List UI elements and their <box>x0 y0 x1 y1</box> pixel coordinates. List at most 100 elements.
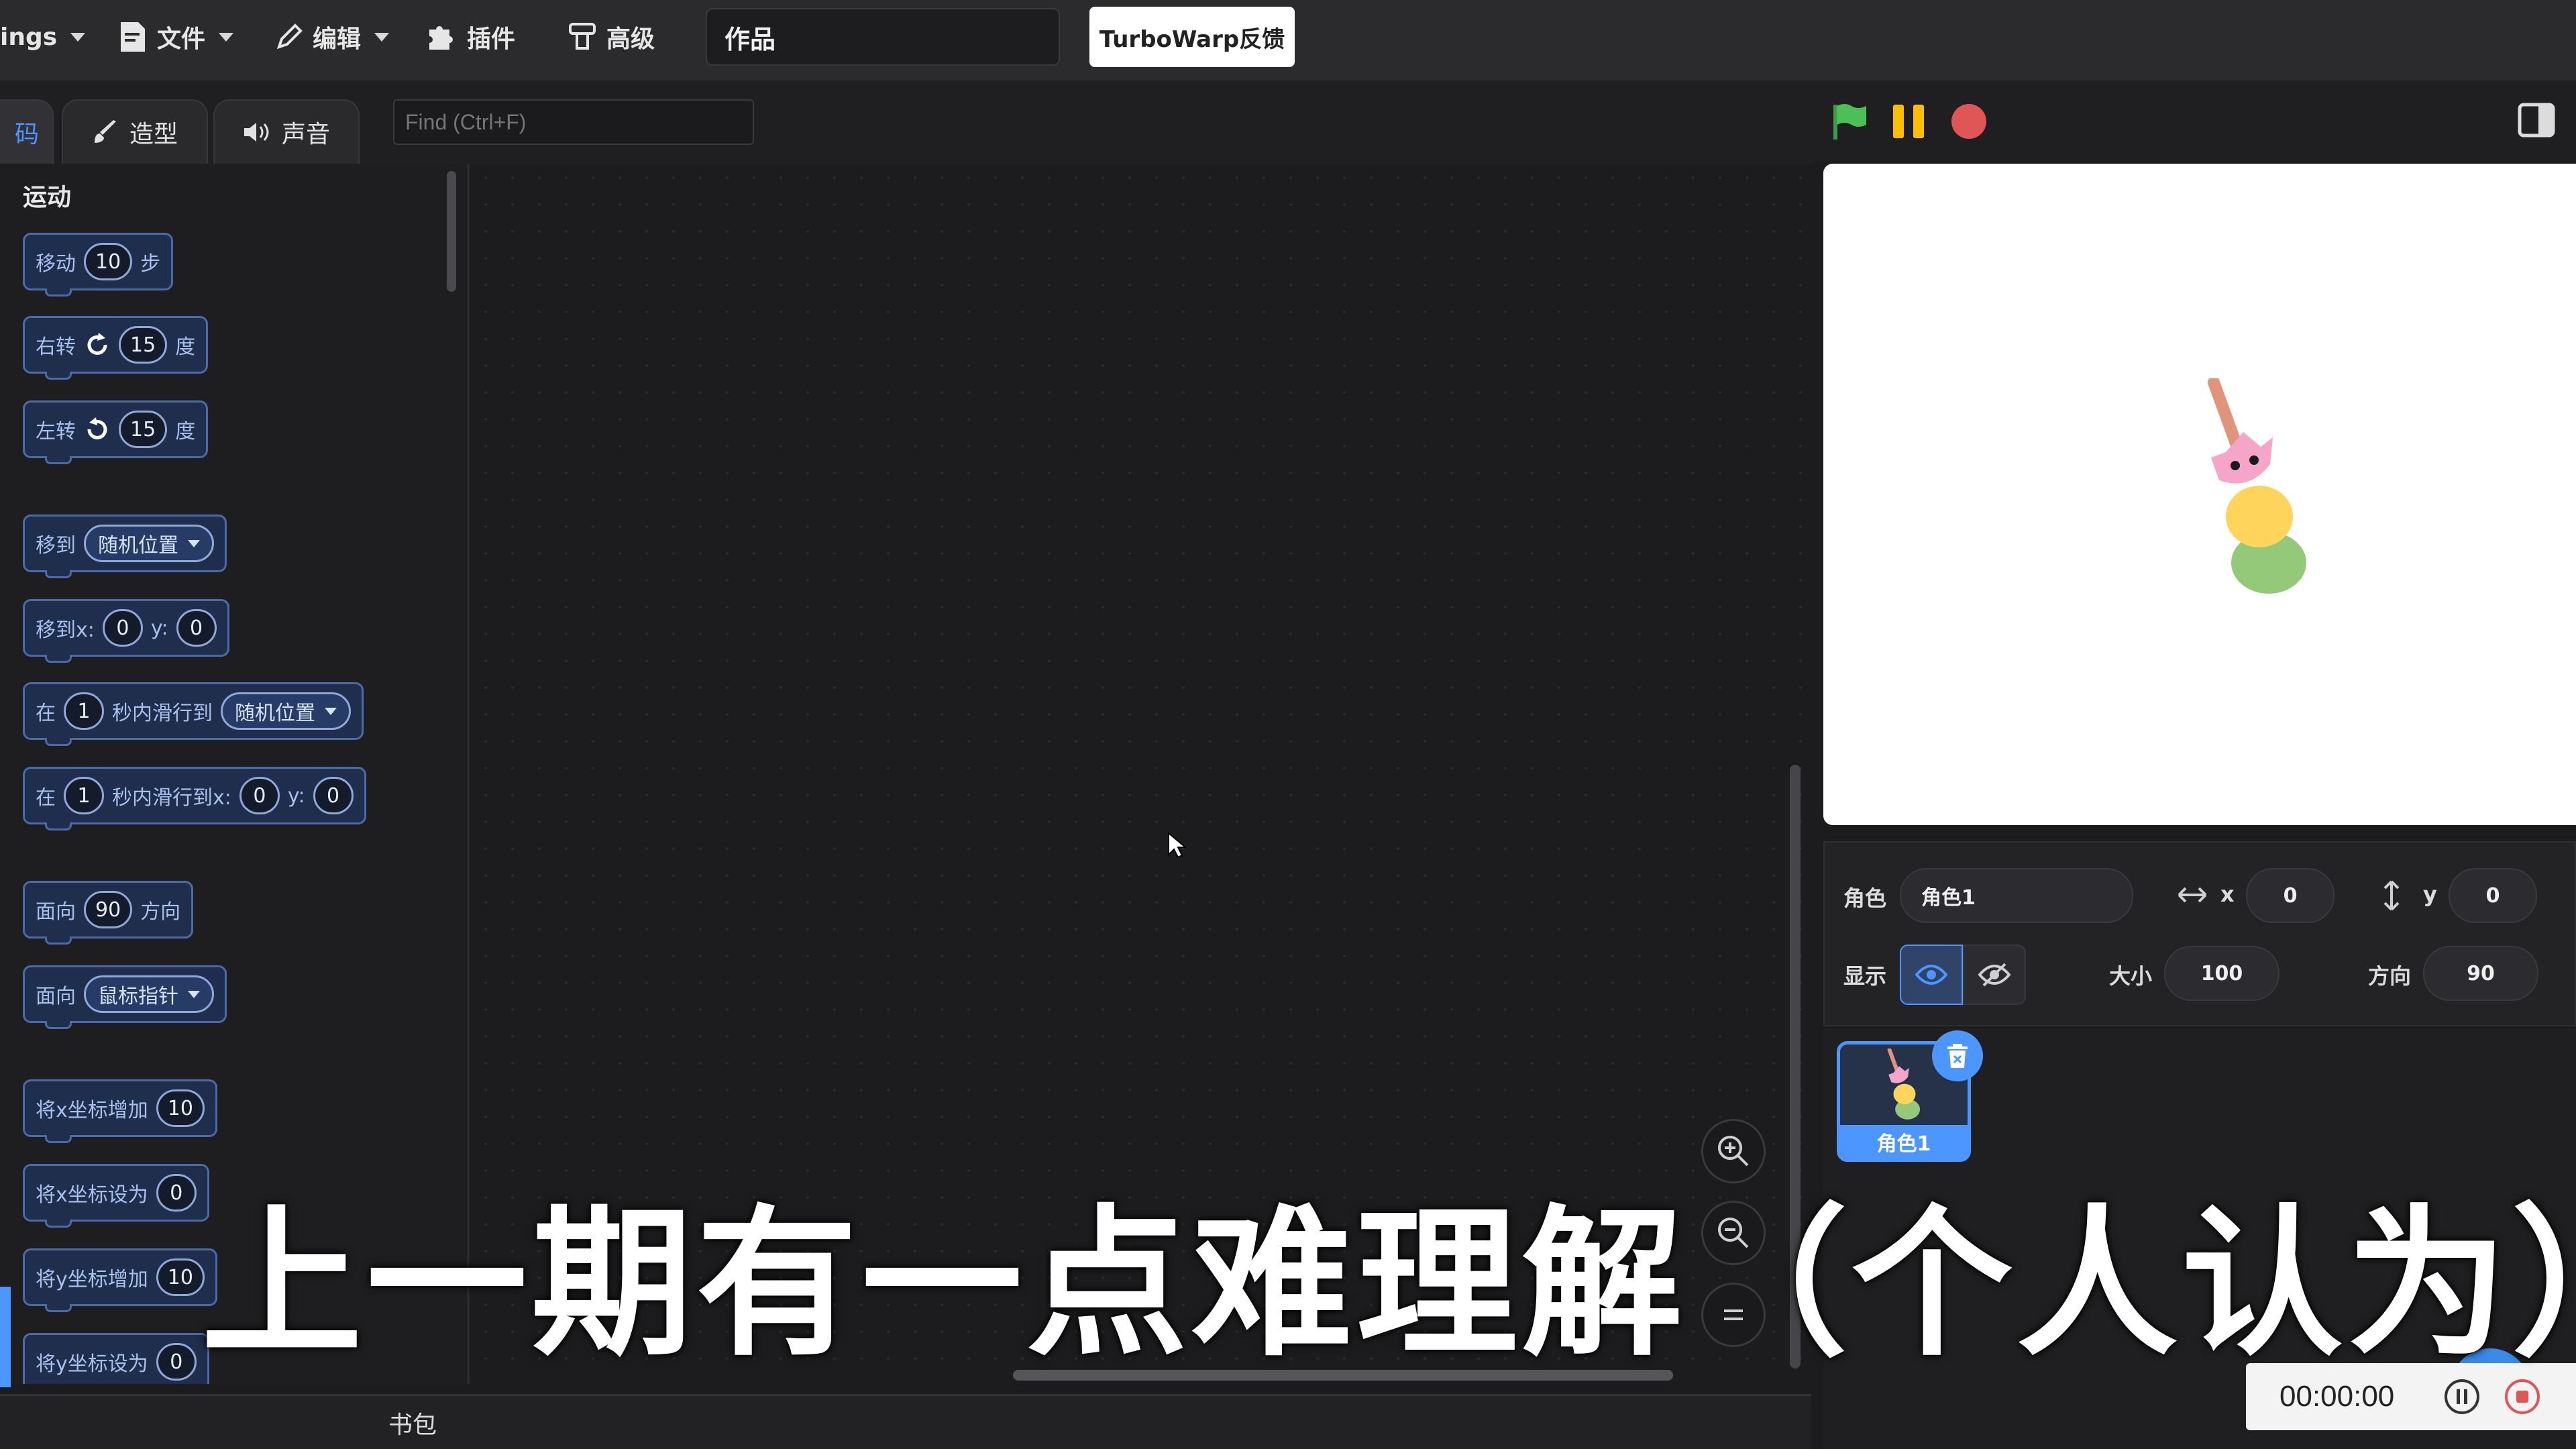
pause-icon[interactable] <box>1890 102 1928 141</box>
block-number-input[interactable]: 0 <box>156 1174 197 1212</box>
stage[interactable] <box>1823 164 2576 825</box>
block-change-y[interactable]: 将y坐标增加 10 <box>23 1248 217 1312</box>
eye-slash-icon <box>1978 963 2010 987</box>
block-point-towards[interactable]: 面向 鼠标指针 <box>23 965 227 1029</box>
block-number-input[interactable]: 0 <box>313 777 354 814</box>
block-text: 方向 <box>140 900 181 924</box>
palette-scrollbar[interactable] <box>447 171 456 292</box>
block-number-input[interactable]: 90 <box>84 891 133 928</box>
block-glide-to-random[interactable]: 在 1 秒内滑行到 随机位置 <box>23 682 364 746</box>
advanced-menu[interactable]: 高级 <box>568 0 655 74</box>
block-text: 面向 <box>36 985 76 1008</box>
addons-menu[interactable]: 插件 <box>427 0 515 74</box>
block-number-input[interactable]: 1 <box>64 692 104 730</box>
block-number-input[interactable]: 10 <box>156 1258 205 1296</box>
eye-icon <box>1915 965 1947 985</box>
category-label: 运动 <box>23 184 72 211</box>
block-glide-to-xy[interactable]: 在 1 秒内滑行到x: 0 y: 0 <box>23 767 366 830</box>
block-text: 将x坐标设为 <box>36 1183 148 1207</box>
block-turn-right[interactable]: 右转 15 度 <box>23 316 209 380</box>
trash-icon <box>1947 1044 1968 1068</box>
block-notch <box>45 288 72 297</box>
block-number-input[interactable]: 0 <box>176 609 217 647</box>
block-go-to-random[interactable]: 移到 随机位置 <box>23 515 227 578</box>
sprite-name-input[interactable]: 角色1 <box>1900 868 2133 923</box>
block-number-input[interactable]: 1 <box>64 777 104 814</box>
chevron-down-icon <box>70 32 86 42</box>
video-subtitle: 上一期有一点难理解（个人认为） <box>201 1190 2576 1378</box>
block-dropdown[interactable]: 随机位置 <box>221 692 351 730</box>
block-move-steps[interactable]: 移动 10 步 <box>23 233 174 297</box>
block-notch <box>45 1021 72 1029</box>
show-sprite-button[interactable] <box>1900 945 1963 1005</box>
size-input[interactable]: 100 <box>2164 946 2279 1001</box>
mouse-cursor-icon <box>1168 832 1186 859</box>
block-dropdown[interactable]: 鼠标指针 <box>84 975 214 1013</box>
block-dropdown[interactable]: 随机位置 <box>84 525 214 562</box>
block-set-x[interactable]: 将x坐标设为 0 <box>23 1164 209 1228</box>
dropdown-value: 随机位置 <box>235 702 315 725</box>
horizontal-arrows-icon <box>2178 887 2207 903</box>
block-number-input[interactable]: 15 <box>119 326 168 364</box>
tab-sounds-label: 声音 <box>281 121 330 148</box>
block-number-input[interactable]: 15 <box>119 411 168 448</box>
block-text: y: <box>150 616 168 640</box>
block-text: 度 <box>175 335 196 359</box>
y-input[interactable]: 0 <box>2449 868 2537 923</box>
dropdown-value: 随机位置 <box>98 534 178 557</box>
advanced-menu-label: 高级 <box>606 25 655 53</box>
sprite-info-panel: 角色 角色1 x 0 y 0 显示 大小 100 方向 90 <box>1823 841 2576 1026</box>
tab-sounds[interactable]: 声音 <box>213 99 360 164</box>
block-go-to-xy[interactable]: 移到x: 0 y: 0 <box>23 599 229 663</box>
block-text: 度 <box>175 420 196 443</box>
backpack[interactable]: 书包 <box>0 1394 1811 1449</box>
tab-costumes-label: 造型 <box>129 121 178 148</box>
backpack-label: 书包 <box>388 1411 437 1439</box>
block-number-input[interactable]: 10 <box>84 243 133 280</box>
block-text: 在 <box>36 786 56 810</box>
block-number-input[interactable]: 0 <box>239 777 280 814</box>
stop-icon[interactable] <box>1949 102 1988 141</box>
feedback-button[interactable]: TurboWarp反馈 <box>1089 7 1295 67</box>
settings-menu[interactable]: ings <box>0 0 86 74</box>
block-text: 将x坐标增加 <box>36 1099 148 1122</box>
block-number-input[interactable]: 0 <box>102 609 143 647</box>
edit-menu[interactable]: 编辑 <box>275 0 390 74</box>
delete-sprite-button[interactable] <box>1932 1030 1983 1081</box>
block-number-input[interactable]: 0 <box>156 1343 197 1381</box>
tab-costumes[interactable]: 造型 <box>62 99 208 164</box>
block-notch <box>45 456 72 464</box>
block-change-x[interactable]: 将x坐标增加 10 <box>23 1079 217 1143</box>
x-input[interactable]: 0 <box>2246 868 2334 923</box>
block-set-y[interactable]: 将y坐标设为 0 <box>23 1333 209 1384</box>
puzzle-icon <box>429 26 453 50</box>
project-title-input[interactable]: 作品 <box>706 8 1060 66</box>
find-input[interactable] <box>393 99 754 145</box>
block-point-in-direction[interactable]: 面向 90 方向 <box>23 881 194 945</box>
edit-menu-label: 编辑 <box>313 25 362 53</box>
sprite-thumbnail-image <box>1887 1049 1921 1120</box>
block-notch <box>45 936 72 945</box>
block-number-input[interactable]: 10 <box>156 1089 205 1127</box>
tab-code[interactable]: 码 <box>0 99 54 164</box>
block-text: 将y坐标设为 <box>36 1352 148 1376</box>
advanced-icon <box>569 23 596 50</box>
block-text: 移到 <box>36 534 76 557</box>
hide-sprite-button[interactable] <box>1963 945 2026 1005</box>
stage-layout-icon[interactable] <box>2517 102 2557 140</box>
block-notch <box>45 570 72 578</box>
chevron-down-icon <box>188 539 200 547</box>
direction-input[interactable]: 90 <box>2423 946 2538 1001</box>
block-text: 面向 <box>36 900 76 924</box>
sprite-dango-image[interactable] <box>2186 378 2333 606</box>
chevron-down-icon <box>325 707 337 715</box>
green-flag-icon[interactable] <box>1830 102 1869 141</box>
block-notch <box>45 1135 72 1143</box>
chevron-down-icon <box>219 32 234 42</box>
file-icon <box>121 22 145 52</box>
block-text: 在 <box>36 702 56 725</box>
file-menu[interactable]: 文件 <box>118 0 234 74</box>
block-turn-left[interactable]: 左转 15 度 <box>23 400 209 464</box>
block-text: y: <box>287 784 305 808</box>
speaker-icon <box>244 123 269 142</box>
